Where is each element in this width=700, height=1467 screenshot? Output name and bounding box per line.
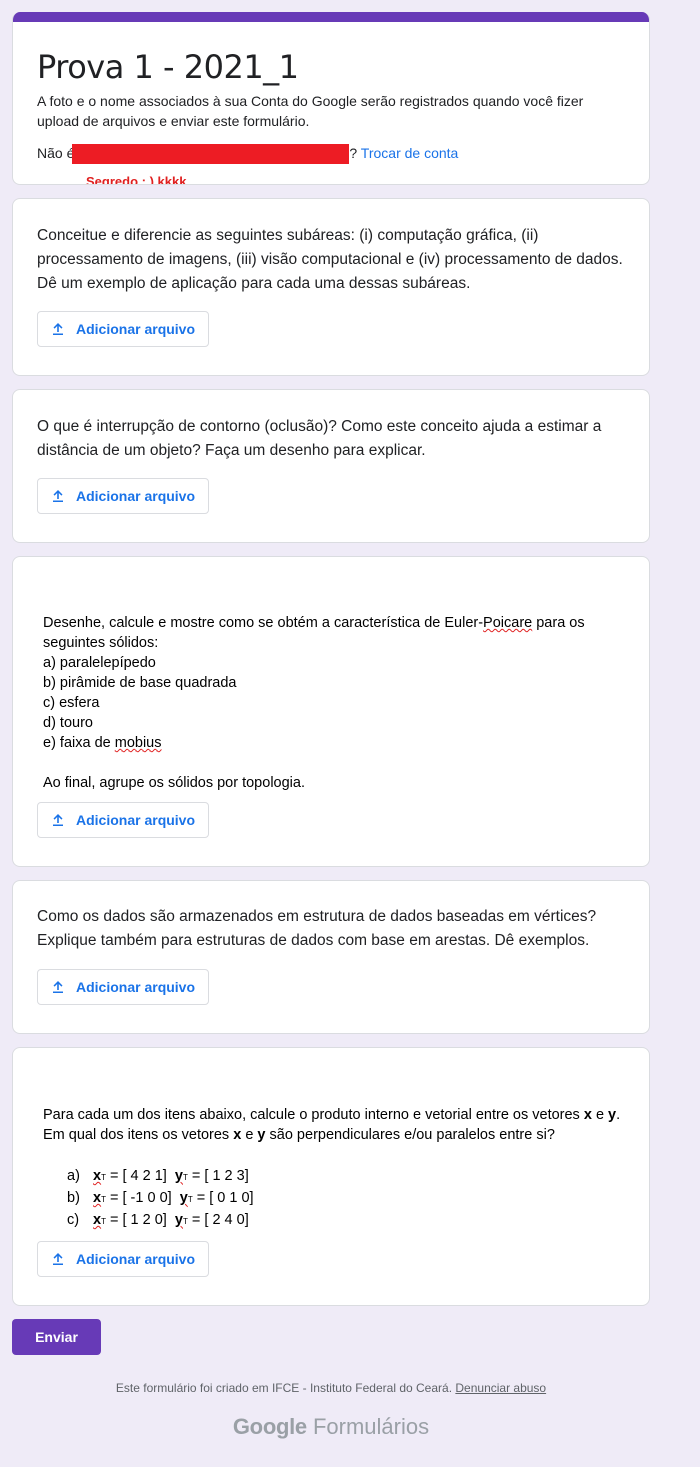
account-line: Não é? Trocar de conta xyxy=(37,143,459,165)
upload-label: Adicionar arquivo xyxy=(76,488,196,504)
question-intro: Para cada um dos itens abaixo, calcule o… xyxy=(43,1107,621,1143)
header-accent-bar xyxy=(13,12,649,22)
not-you-prefix: Não é xyxy=(37,145,75,161)
upload-icon xyxy=(53,981,63,993)
upload-file-button[interactable]: Adicionar arquivo xyxy=(37,311,209,347)
question-text: Como os dados são armazenados em estrutu… xyxy=(37,908,597,949)
switch-account-link[interactable]: Trocar de conta xyxy=(361,145,459,161)
redaction-annotation: Segredo ; ) kkkk xyxy=(86,174,187,185)
upload-icon xyxy=(53,814,63,826)
forms-wordmark: Formulários xyxy=(312,1414,430,1439)
question-text: Conceitue e diferencie as seguintes subá… xyxy=(37,227,623,292)
question-card-5: Para cada um dos itens abaixo, calcule o… xyxy=(12,1047,650,1306)
vector-row: b) xT = [ -1 0 0] yT = [ 0 1 0] xyxy=(67,1190,254,1206)
upload-label: Adicionar arquivo xyxy=(76,979,196,995)
upload-icon xyxy=(53,490,63,502)
question-card-4: Como os dados são armazenados em estrutu… xyxy=(12,880,650,1034)
google-forms-logo[interactable]: Google Formulários xyxy=(0,1414,662,1440)
redacted-account-name xyxy=(72,144,350,165)
upload-file-button[interactable]: Adicionar arquivo xyxy=(37,478,209,514)
upload-label: Adicionar arquivo xyxy=(76,1251,196,1267)
solid-item: c) esfera xyxy=(43,695,100,711)
question-image: Desenhe, calcule e mostre como se obtém … xyxy=(43,613,633,793)
solid-item: e) faixa de mobius xyxy=(43,735,162,751)
question-card-1: Conceitue e diferencie as seguintes subá… xyxy=(12,198,650,376)
footer-text: Este formulário foi criado em IFCE - Ins… xyxy=(115,1381,453,1395)
question-image: Para cada um dos itens abaixo, calcule o… xyxy=(43,1105,633,1232)
question-card-2: O que é interrupção de contorno (oclusão… xyxy=(12,389,650,543)
not-you-suffix: ? xyxy=(349,145,358,161)
form-header-card: Prova 1 - 2021_1 A foto e o nome associa… xyxy=(12,12,650,185)
question-card-3: Desenhe, calcule e mostre como se obtém … xyxy=(12,556,650,867)
upload-file-button[interactable]: Adicionar arquivo xyxy=(37,1241,209,1277)
upload-icon xyxy=(53,1253,63,1265)
solid-item: d) touro xyxy=(43,715,93,731)
upload-icon xyxy=(53,323,63,335)
solid-item: a) paralelepípedo xyxy=(43,655,156,671)
account-notice: A foto e o nome associados à sua Conta d… xyxy=(37,93,584,129)
google-wordmark: Google xyxy=(232,1414,307,1439)
vector-row: c) xT = [ 1 2 0] yT = [ 2 4 0] xyxy=(67,1212,249,1228)
upload-file-button[interactable]: Adicionar arquivo xyxy=(37,969,209,1005)
question-intro: Desenhe, calcule e mostre como se obtém … xyxy=(43,615,585,651)
question-text: O que é interrupção de contorno (oclusão… xyxy=(37,418,602,459)
upload-label: Adicionar arquivo xyxy=(76,321,196,337)
upload-file-button[interactable]: Adicionar arquivo xyxy=(37,802,209,838)
footer: Este formulário foi criado em IFCE - Ins… xyxy=(0,1381,662,1395)
vector-list: a) xT = [ 4 2 1] yT = [ 1 2 3] b) xT = [… xyxy=(43,1166,633,1232)
vector-row: a) xT = [ 4 2 1] yT = [ 1 2 3] xyxy=(67,1168,249,1184)
form-title: Prova 1 - 2021_1 xyxy=(37,48,299,86)
submit-button[interactable]: Enviar xyxy=(12,1319,101,1355)
solid-item: b) pirâmide de base quadrada xyxy=(43,675,237,691)
upload-label: Adicionar arquivo xyxy=(76,812,196,828)
report-abuse-link[interactable]: Denunciar abuso xyxy=(455,1381,546,1395)
question-closing: Ao final, agrupe os sólidos por topologi… xyxy=(43,775,305,791)
